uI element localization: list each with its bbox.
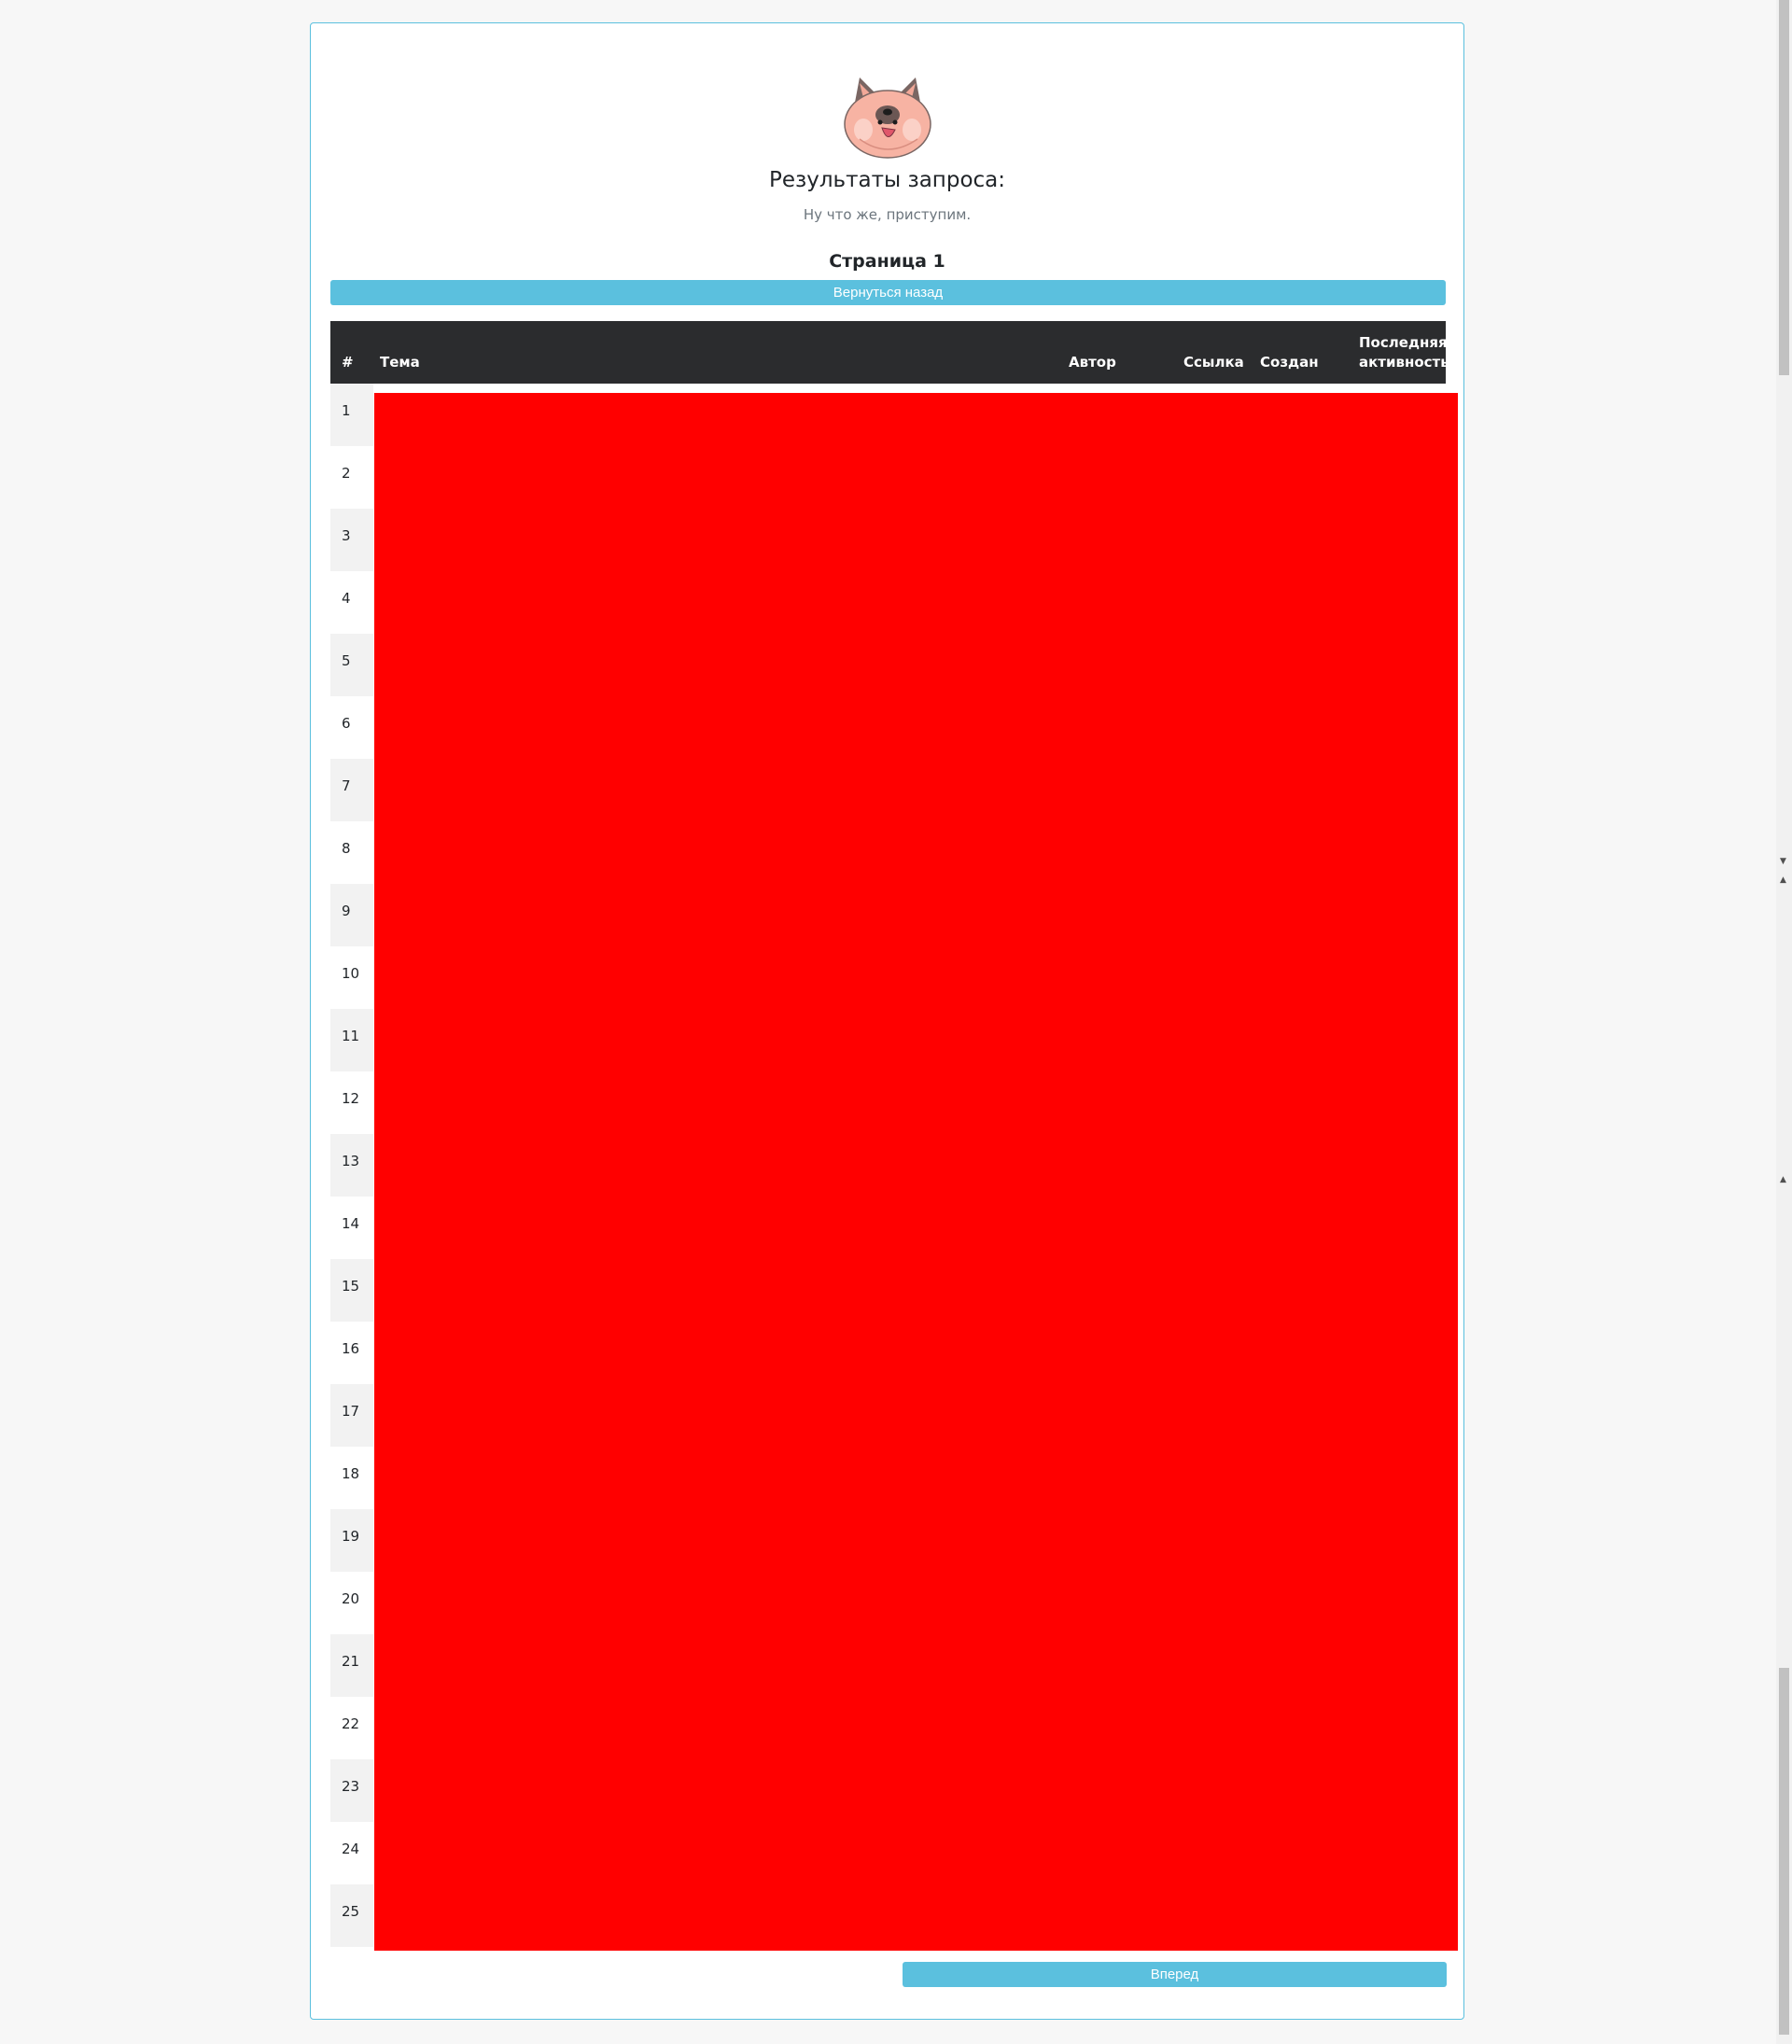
row-number: 17 [330,1384,373,1447]
page-number-label: Страница 1 [829,251,945,272]
vertical-scrollbar[interactable]: ▼ ▲ ▲ [1776,0,1792,2044]
back-button[interactable]: Вернуться назад [330,280,1446,305]
row-number: 7 [330,759,373,821]
row-number: 5 [330,634,373,696]
row-number: 10 [342,965,360,982]
row-number: 24 [342,1841,360,1857]
cat-logo-icon [844,77,931,159]
scroll-up-arrow-icon[interactable]: ▲ [1780,875,1786,885]
row-number: 23 [330,1759,373,1822]
page-title: Результаты запроса: [769,168,1005,192]
row-number: 15 [330,1259,373,1322]
column-header-link[interactable]: Ссылка [1183,353,1244,372]
column-header-number[interactable]: # [342,353,354,372]
row-number: 2 [342,465,351,482]
row-number: 9 [330,884,373,946]
column-header-last-activity[interactable]: Последняя активность [1359,333,1449,372]
scroll-up-arrow-icon[interactable]: ▲ [1780,1175,1786,1184]
table-body: 1 2 3 4 5 6 7 8 9 10 11 12 13 14 15 16 1… [330,384,373,1947]
scrollbar-thumb[interactable] [1779,0,1789,375]
table-header: # Тема Автор Ссылка Создан Последняя акт… [330,321,1449,384]
results-card: Результаты запроса: Ну что же, приступим… [310,22,1464,2020]
column-header-topic[interactable]: Тема [380,353,420,372]
row-number: 13 [330,1134,373,1197]
row-number: 14 [342,1215,360,1232]
row-number: 4 [342,590,351,607]
scroll-down-arrow-icon[interactable]: ▼ [1780,857,1786,866]
row-number: 22 [342,1715,360,1732]
row-number: 11 [330,1009,373,1071]
row-number: 3 [330,509,373,571]
row-number: 12 [342,1090,360,1107]
row-number: 20 [342,1590,360,1607]
column-header-author[interactable]: Автор [1069,353,1116,372]
next-button[interactable]: Вперед [903,1962,1447,1987]
scrollbar-thumb[interactable] [1779,1668,1789,2035]
row-number: 25 [330,1884,373,1947]
row-number: 8 [342,840,351,857]
row-number: 19 [330,1509,373,1572]
row-number: 16 [342,1340,360,1357]
page-subtitle: Ну что же, приступим. [803,206,972,223]
row-number: 6 [342,715,351,732]
row-number: 18 [342,1465,360,1482]
row-number: 1 [330,384,373,446]
row-number: 21 [330,1634,373,1697]
column-header-created[interactable]: Создан [1260,353,1319,372]
redaction-block [374,393,1458,1951]
